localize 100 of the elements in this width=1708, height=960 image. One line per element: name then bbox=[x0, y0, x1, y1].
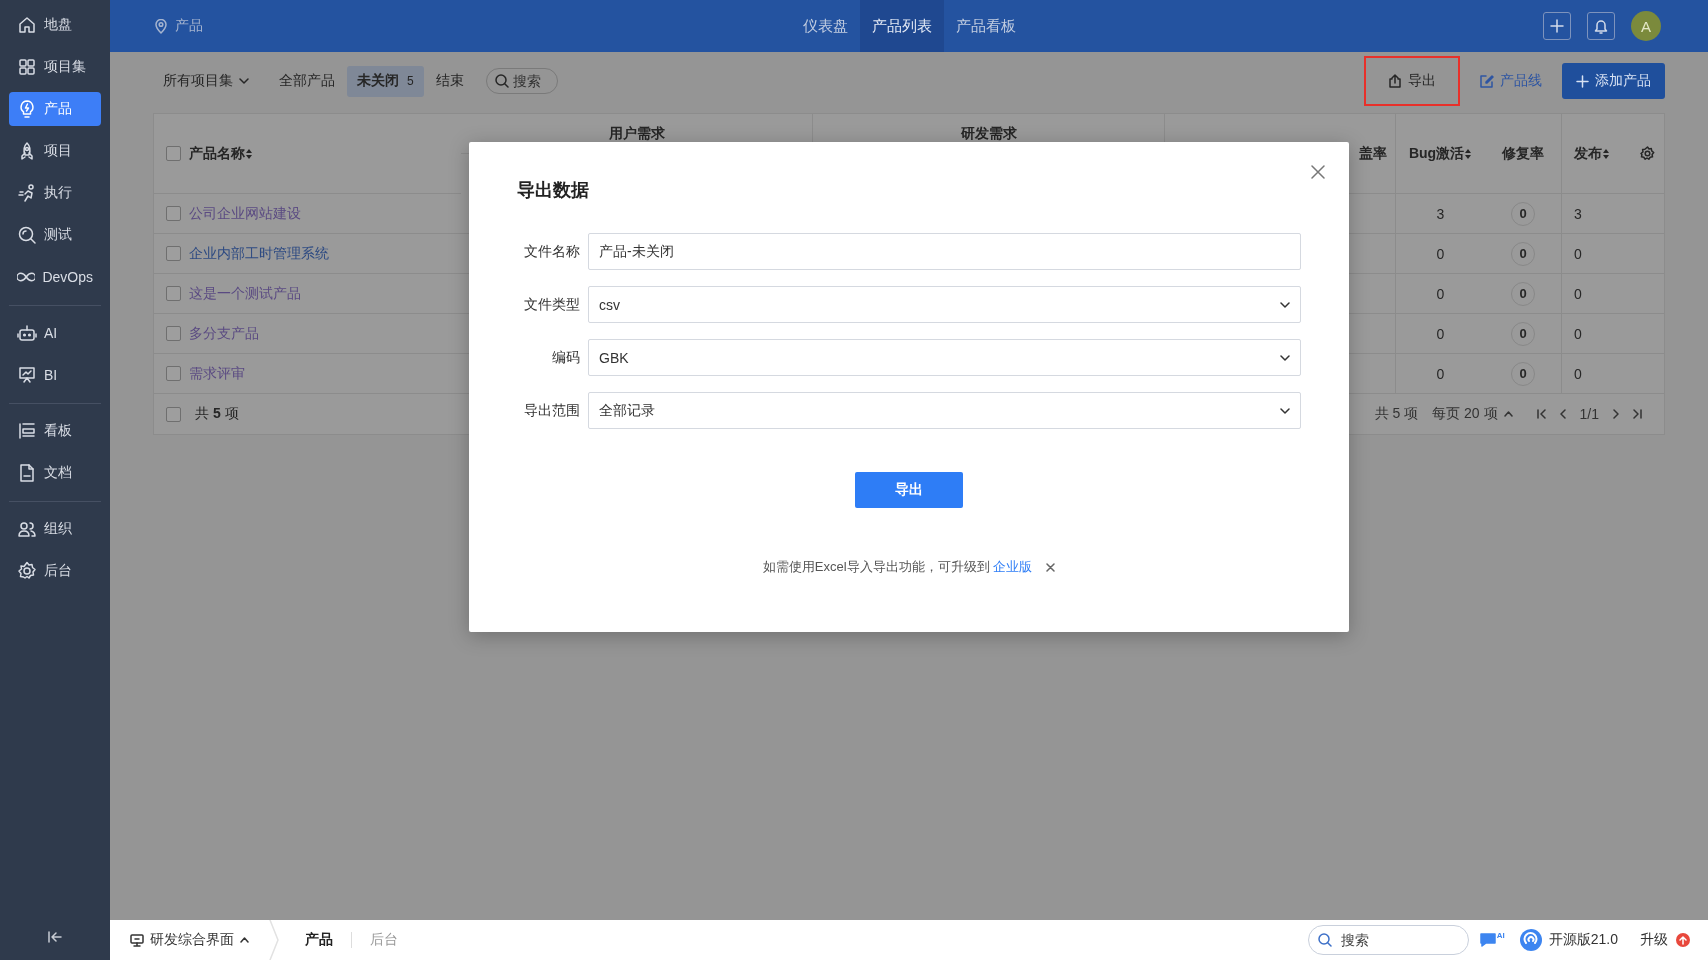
checkbox[interactable] bbox=[166, 206, 181, 221]
workspace-switcher[interactable]: 研发综合界面 bbox=[130, 931, 249, 949]
create-button[interactable] bbox=[1543, 12, 1571, 40]
first-page-icon[interactable] bbox=[1536, 409, 1546, 419]
table-cell: 0 bbox=[1574, 325, 1582, 342]
sidebar-item[interactable]: 地盘 bbox=[9, 8, 101, 42]
chevron-down-icon bbox=[1280, 407, 1290, 414]
kanban-icon bbox=[17, 421, 37, 441]
select-field[interactable]: 全部记录 bbox=[588, 392, 1301, 429]
select-field[interactable]: GBK bbox=[588, 339, 1301, 376]
checkbox[interactable] bbox=[166, 406, 181, 422]
filter-tab[interactable]: 全部产品 bbox=[269, 65, 345, 97]
sidebar-item[interactable]: AI bbox=[9, 316, 101, 350]
export-button[interactable]: 导出 bbox=[1364, 56, 1460, 106]
dialog-title: 导出数据 bbox=[517, 179, 590, 202]
sidebar-item[interactable]: 组织 bbox=[9, 512, 101, 546]
running-figure-icon bbox=[17, 183, 37, 203]
notification-button[interactable] bbox=[1587, 12, 1615, 40]
table-cell: 3 bbox=[1436, 205, 1445, 222]
search-icon bbox=[1317, 933, 1332, 947]
next-page-icon[interactable] bbox=[1613, 409, 1619, 419]
magnifier-icon bbox=[17, 225, 37, 245]
last-page-icon[interactable] bbox=[1633, 409, 1642, 419]
column-header: 修复率 bbox=[1502, 144, 1544, 163]
robot-icon bbox=[17, 323, 37, 343]
monitor-icon bbox=[130, 933, 144, 947]
column-header: 产品名称 bbox=[189, 144, 245, 163]
chevron-down-icon bbox=[1280, 354, 1290, 361]
close-icon[interactable] bbox=[1046, 562, 1056, 572]
upgrade-button[interactable]: 升级 bbox=[1640, 931, 1690, 949]
pager-total: 共 5 项 bbox=[1374, 405, 1419, 423]
settings-icon[interactable] bbox=[1639, 146, 1655, 161]
plus-icon bbox=[1576, 74, 1589, 88]
sort-icon[interactable] bbox=[245, 147, 253, 160]
column-header: Bug激活 bbox=[1408, 144, 1465, 163]
export-button[interactable]: 导出 bbox=[855, 472, 963, 508]
checkbox[interactable] bbox=[166, 146, 181, 161]
select-field[interactable]: csv bbox=[588, 286, 1301, 323]
total-count: 共 5 项 bbox=[195, 405, 239, 423]
sidebar-item[interactable]: BI bbox=[9, 358, 101, 392]
settings-icon bbox=[17, 561, 37, 581]
bell-icon bbox=[1594, 18, 1608, 34]
checkbox[interactable] bbox=[166, 366, 181, 381]
checkbox[interactable] bbox=[166, 286, 181, 301]
sidebar-item[interactable]: 文档 bbox=[9, 456, 101, 490]
search-icon bbox=[494, 74, 509, 88]
filter-tab[interactable]: 未关闭 5 bbox=[347, 65, 424, 97]
home-icon bbox=[17, 15, 37, 35]
close-icon[interactable] bbox=[1311, 165, 1325, 179]
sort-icon[interactable] bbox=[1602, 147, 1610, 160]
sidebar-item[interactable]: 项目 bbox=[9, 134, 101, 168]
sidebar-item[interactable]: 测试 bbox=[9, 218, 101, 252]
column-header: 发布 bbox=[1574, 144, 1602, 163]
previous-page-icon[interactable] bbox=[1559, 409, 1566, 419]
lightbulb-icon bbox=[17, 99, 37, 119]
plus-icon bbox=[1550, 19, 1564, 33]
column-group-header: 研发需求 bbox=[960, 124, 1017, 143]
page-indicator: 1/1 bbox=[1579, 406, 1599, 422]
page-size-dropdown[interactable]: 每页 20 项 bbox=[1432, 405, 1513, 423]
chevron-separator-icon bbox=[269, 920, 279, 960]
upgrade-note: 如需使用Excel导入导出功能，可升级到 企业版 bbox=[762, 558, 1033, 576]
sidebar-item[interactable]: 后台 bbox=[9, 554, 101, 588]
column-group-header: 用户需求 bbox=[608, 124, 665, 143]
sidebar-item[interactable]: 看板 bbox=[9, 414, 101, 448]
nav-tab[interactable]: 产品看板 bbox=[943, 0, 1028, 52]
sort-icon[interactable] bbox=[1464, 147, 1473, 160]
sidebar-item[interactable]: 产品 bbox=[9, 92, 101, 126]
nav-tab[interactable]: 仪表盘 bbox=[790, 0, 860, 52]
grid-icon bbox=[17, 57, 37, 77]
nav-tab[interactable]: 产品列表 bbox=[859, 0, 944, 52]
enterprise-link[interactable]: 企业版 bbox=[993, 559, 1033, 574]
collapse-icon[interactable] bbox=[48, 931, 62, 943]
table-cell: 0 bbox=[1436, 285, 1445, 302]
table-cell: 0 bbox=[1436, 245, 1445, 262]
checkbox[interactable] bbox=[166, 326, 181, 341]
app-tab[interactable]: 产品 bbox=[301, 931, 337, 949]
search-field[interactable]: 搜索 bbox=[485, 68, 558, 94]
swirl-logo-icon bbox=[1518, 928, 1543, 952]
program-filter-dropdown[interactable]: 所有项目集 bbox=[163, 72, 249, 90]
field-label: 导出范围 bbox=[523, 401, 580, 420]
add-product-button[interactable]: 添加产品 bbox=[1562, 63, 1665, 99]
arrow-up-icon bbox=[1679, 935, 1687, 945]
ai-label: AI bbox=[1496, 932, 1505, 940]
count-label: 5 bbox=[407, 74, 414, 88]
sidebar-item[interactable]: 执行 bbox=[9, 176, 101, 210]
sidebar-item[interactable]: DevOps bbox=[9, 260, 101, 294]
chat-bubble-icon[interactable] bbox=[1478, 932, 1497, 948]
table-cell: 0 bbox=[1436, 325, 1445, 342]
caret-up-icon bbox=[240, 937, 249, 943]
input-field[interactable]: 产品-未关闭 bbox=[588, 233, 1301, 270]
filter-tab[interactable]: 结束 bbox=[425, 65, 474, 97]
field-label: 文件类型 bbox=[523, 295, 580, 314]
breadcrumb-text: 产品 bbox=[175, 17, 203, 35]
checkbox[interactable] bbox=[166, 246, 181, 261]
field-label: 编码 bbox=[551, 348, 580, 367]
table-cell: 0 bbox=[1574, 365, 1582, 382]
sidebar-item[interactable]: 项目集 bbox=[9, 50, 101, 84]
upload-icon bbox=[1388, 74, 1402, 88]
table-cell: 3 bbox=[1574, 205, 1582, 222]
chevron-down-icon bbox=[1280, 301, 1290, 308]
